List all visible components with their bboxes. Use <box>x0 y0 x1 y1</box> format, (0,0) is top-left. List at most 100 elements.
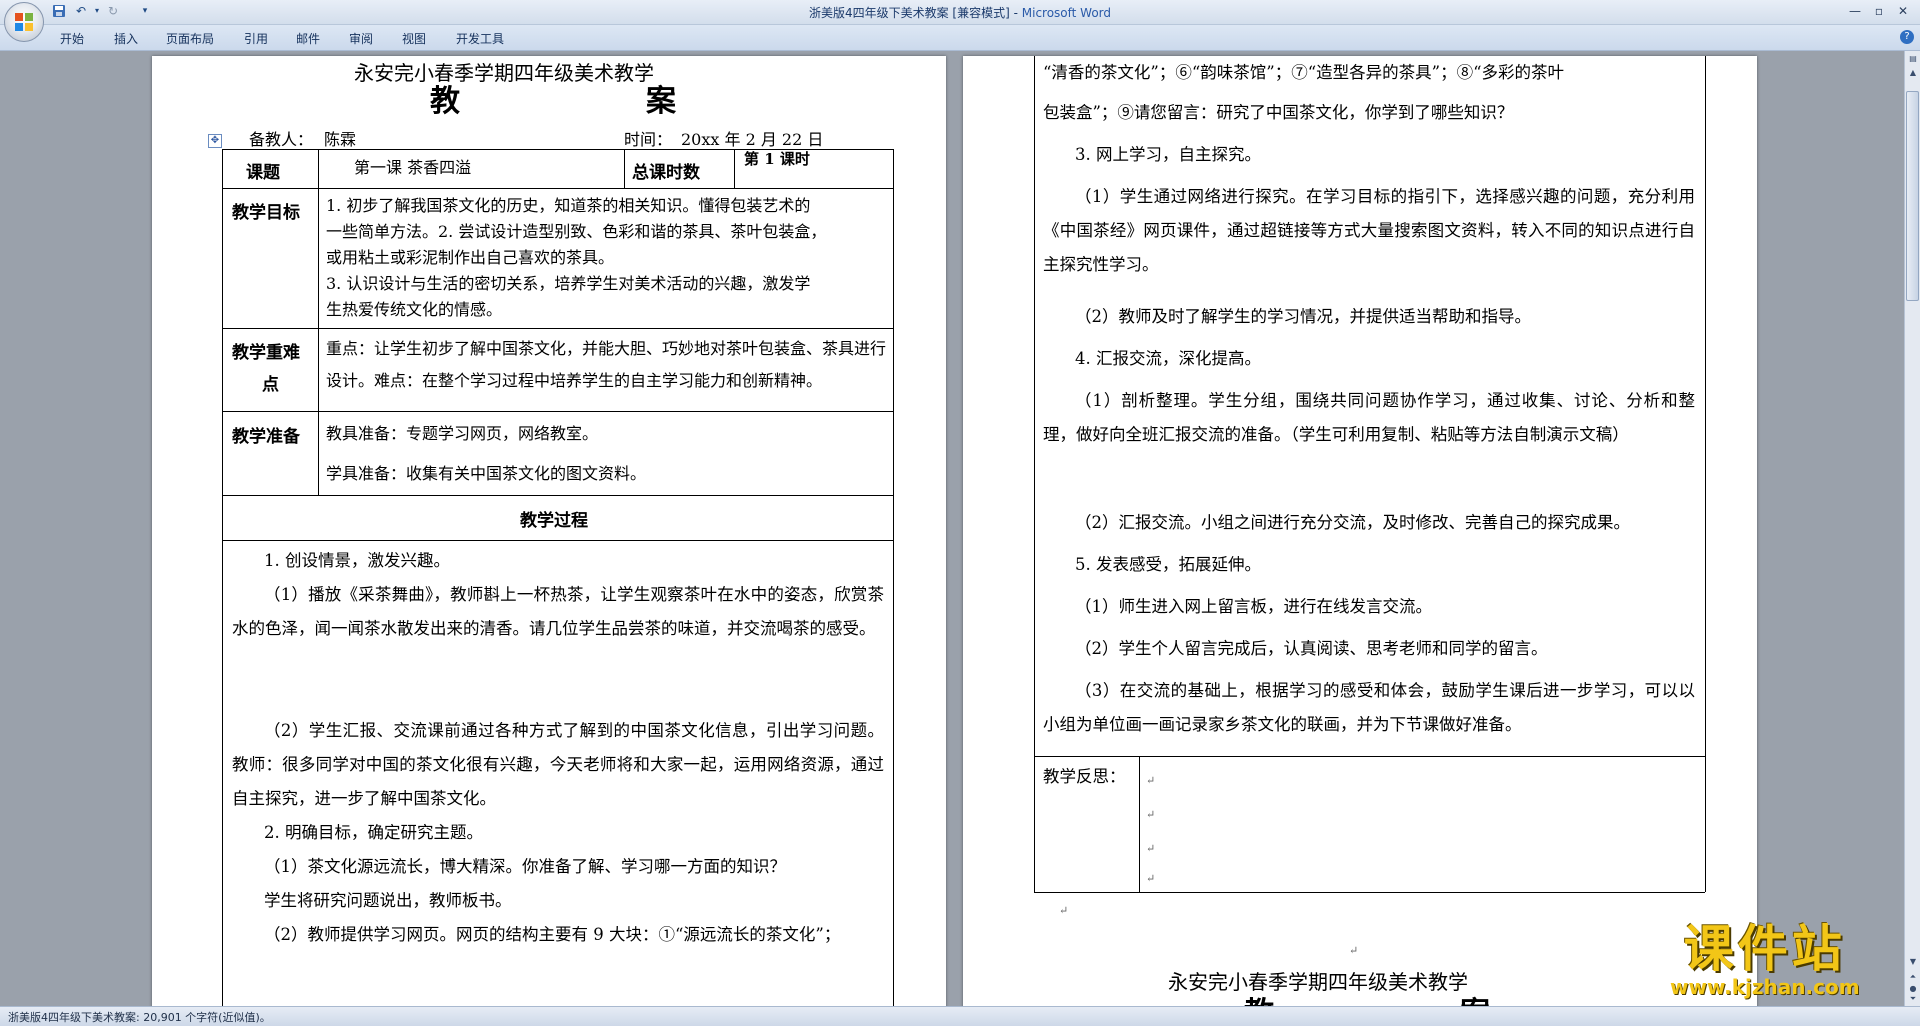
tab-home[interactable]: 开始 <box>60 30 84 47</box>
next-doc-title-big-left: 教 <box>1244 988 1276 1006</box>
col-divider <box>624 149 625 188</box>
total-hours-label: 总课时数 <box>632 163 700 183</box>
topic-value: 第一课 茶香四溢 <box>354 158 472 177</box>
row-divider <box>222 495 894 496</box>
row-divider <box>222 411 894 412</box>
paragraph-4: 4. 汇报交流，深化提高。 <box>1075 349 1261 368</box>
table-right-border <box>1705 56 1706 892</box>
page-2[interactable]: “清香的茶文化”；⑥“韵味茶馆”；⑦“造型各异的茶具”；⑧“多彩的茶叶 包装盒”… <box>963 56 1757 1006</box>
maximize-icon[interactable]: ▫ <box>1868 2 1890 20</box>
scroll-down-icon[interactable]: ▼ <box>1907 956 1919 968</box>
tab-review[interactable]: 审阅 <box>349 30 373 47</box>
goals-line-1: 1. 初步了解我国茶文化的历史，知道茶的相关知识。懂得包装艺术的 <box>326 196 811 215</box>
goals-line-3: 或用粘土或彩泥制作出自己喜欢的茶具。 <box>326 248 615 267</box>
process-paragraph-2: （1）播放《采茶舞曲》，教师斟上一杯热茶，让学生观察茶叶在水中的姿态，欣赏茶水的… <box>232 585 884 638</box>
col-divider <box>1139 756 1140 892</box>
paragraph-mark-icon: ↵ <box>1349 944 1359 957</box>
undo-dropdown-icon[interactable]: ▾ <box>90 4 104 18</box>
watermark-logo: 课件站 www.kjzhan.com <box>1670 922 1860 998</box>
save-icon[interactable] <box>52 4 66 18</box>
paragraph-4-1: （1）剖析整理。学生分组，围绕共同问题协作学习，通过收集、讨论、分析和整理，做好… <box>1043 391 1695 444</box>
redo-icon[interactable]: ↻ <box>106 4 120 18</box>
difficulty-label: 教学重难 <box>232 343 300 363</box>
help-icon[interactable]: ? <box>1900 30 1914 44</box>
tab-developer[interactable]: 开发工具 <box>456 30 504 47</box>
process-paragraph-5: （1）茶文化源远流长，博大精深。你准备了解、学习哪一方面的知识？ <box>264 857 786 876</box>
paragraph-mark-icon: ↵ <box>1146 842 1156 855</box>
row-divider <box>1034 892 1705 893</box>
paragraph-3-1: （1）学生通过网络进行探究。在学习目标的指引下，选择感兴趣的问题，充分利用《中国… <box>1043 187 1695 274</box>
doc-title-big-right: 案 <box>646 84 678 119</box>
prep-teacher: 教具准备：专题学习网页，网络教室。 <box>326 424 599 443</box>
process-label: 教学过程 <box>520 511 588 531</box>
paragraph-3: 3. 网上学习，自主探究。 <box>1075 145 1261 164</box>
watermark-url: www.kjzhan.com <box>1670 975 1860 999</box>
customize-qat-icon[interactable]: ▾ <box>138 4 152 18</box>
tab-page-layout[interactable]: 页面布局 <box>166 30 214 47</box>
teacher-name: 陈霖 <box>324 130 357 149</box>
continuation-line-1: “清香的茶文化”；⑥“韵味茶馆”；⑦“造型各异的茶具”；⑧“多彩的茶叶 <box>1043 63 1565 82</box>
status-bar: 浙美版4四年级下美术教案: 20,901 个字符(近似值)。 <box>0 1006 1920 1026</box>
topic-label: 课题 <box>246 163 280 183</box>
time-label: 时间： <box>624 130 673 149</box>
table-left-border <box>1034 56 1035 892</box>
document-name: 浙美版4四年级下美术教案 [兼容模式] <box>808 6 1010 20</box>
process-paragraph-1: 1. 创设情景，激发兴趣。 <box>264 551 450 570</box>
row-divider <box>222 540 894 541</box>
office-button[interactable] <box>4 2 44 42</box>
ribbon-tabs: 开始 插入 页面布局 引用 邮件 审阅 视图 开发工具 ? <box>0 25 1920 51</box>
office-button-icon <box>15 13 33 31</box>
page-1[interactable]: 永安完小春季学期四年级美术教学 教 案 备教人： 陈霖 时间： 20xx 年 2… <box>152 56 946 1006</box>
ruler-toggle-icon[interactable]: ▤ <box>1907 53 1919 65</box>
status-text: 浙美版4四年级下美术教案: 20,901 个字符(近似值)。 <box>8 1011 271 1024</box>
process-paragraph-3: （2）学生汇报、交流课前通过各种方式了解到的中国茶文化信息，引出学习问题。教师：… <box>232 721 884 808</box>
goals-line-5: 生热爱传统文化的情感。 <box>326 300 503 319</box>
undo-icon[interactable]: ↶ <box>74 4 88 18</box>
next-doc-title-big-right: 案 <box>1460 988 1492 1006</box>
scroll-up-icon[interactable]: ▲ <box>1907 67 1919 79</box>
row-divider <box>1034 756 1705 757</box>
teacher-label: 备教人： <box>249 130 314 149</box>
document-area[interactable]: 永安完小春季学期四年级美术教学 教 案 备教人： 陈霖 时间： 20xx 年 2… <box>0 51 1904 1006</box>
tab-references[interactable]: 引用 <box>244 30 268 47</box>
col-divider <box>318 149 319 495</box>
reflection-label: 教学反思： <box>1043 767 1126 786</box>
goals-line-4: 3. 认识设计与生活的密切关系，培养学生对美术活动的兴趣，激发学 <box>326 274 811 293</box>
process-paragraph-7: （2）教师提供学习网页。网页的结构主要有 9 大块：①“源远流长的茶文化”； <box>264 925 841 944</box>
continuation-line-2: 包装盒”；⑨请您留言：研究了中国茶文化，你学到了哪些知识？ <box>1043 103 1514 122</box>
tab-mailings[interactable]: 邮件 <box>296 30 320 47</box>
minimize-icon[interactable]: — <box>1844 2 1866 20</box>
tab-insert[interactable]: 插入 <box>114 30 138 47</box>
doc-title-big-left: 教 <box>430 84 462 119</box>
time-value: 20xx 年 2 月 22 日 <box>681 130 824 149</box>
goals-line-2: 一些简单方法。2. 尝试设计造型别致、色彩和谐的茶具、茶叶包装盒， <box>326 222 827 241</box>
vertical-scrollbar[interactable]: ▤ ▲ ▼ ⏶ ● ⏷ <box>1904 51 1920 1006</box>
window-title: 浙美版4四年级下美术教案 [兼容模式] - Microsoft Word <box>0 4 1920 21</box>
close-icon[interactable]: ✕ <box>1892 2 1914 20</box>
paragraph-3-2: （2）教师及时了解学生的学习情况，并提供适当帮助和指导。 <box>1075 307 1531 326</box>
previous-page-icon[interactable]: ⏶ <box>1907 971 1919 983</box>
paragraph-4-2: （2）汇报交流。小组之间进行充分交流，及时修改、完善自己的探究成果。 <box>1075 513 1630 532</box>
next-doc-title: 永安完小春季学期四年级美术教学 <box>1168 970 1468 994</box>
paragraph-mark-icon: ↵ <box>1146 872 1156 885</box>
paragraph-5: 5. 发表感受，拓展延伸。 <box>1075 555 1261 574</box>
row-divider <box>222 188 894 189</box>
goals-label: 教学目标 <box>232 203 300 223</box>
doc-title: 永安完小春季学期四年级美术教学 <box>354 61 654 85</box>
difficulty-line-1: 重点：让学生初步了解中国茶文化，并能大胆、巧妙地对茶叶包装盒、茶具进行 <box>326 339 887 358</box>
app-name: Microsoft Word <box>1021 6 1112 20</box>
difficulty-line-2: 设计。难点：在整个学习过程中培养学生的自主学习能力和创新精神。 <box>326 371 823 390</box>
hours-value: 第 1 课时 <box>744 150 810 168</box>
paragraph-mark-icon: ↵ <box>1146 808 1156 821</box>
process-paragraph-6: 学生将研究问题说出，教师板书。 <box>264 891 512 910</box>
title-bar: 浙美版4四年级下美术教案 [兼容模式] - Microsoft Word ↶ ▾… <box>0 0 1920 25</box>
table-move-handle-icon[interactable]: ✥ <box>208 134 222 148</box>
next-page-icon[interactable]: ⏷ <box>1907 993 1919 1005</box>
scrollbar-thumb[interactable] <box>1906 91 1919 301</box>
process-paragraph-4: 2. 明确目标，确定研究主题。 <box>264 823 483 842</box>
tab-view[interactable]: 视图 <box>402 30 426 47</box>
col-divider <box>734 149 735 188</box>
paragraph-5-2: （2）学生个人留言完成后，认真阅读、思考老师和同学的留言。 <box>1075 639 1548 658</box>
paragraph-mark-icon: ↵ <box>1146 774 1156 787</box>
paragraph-5-1: （1）师生进入网上留言板，进行在线发言交流。 <box>1075 597 1432 616</box>
